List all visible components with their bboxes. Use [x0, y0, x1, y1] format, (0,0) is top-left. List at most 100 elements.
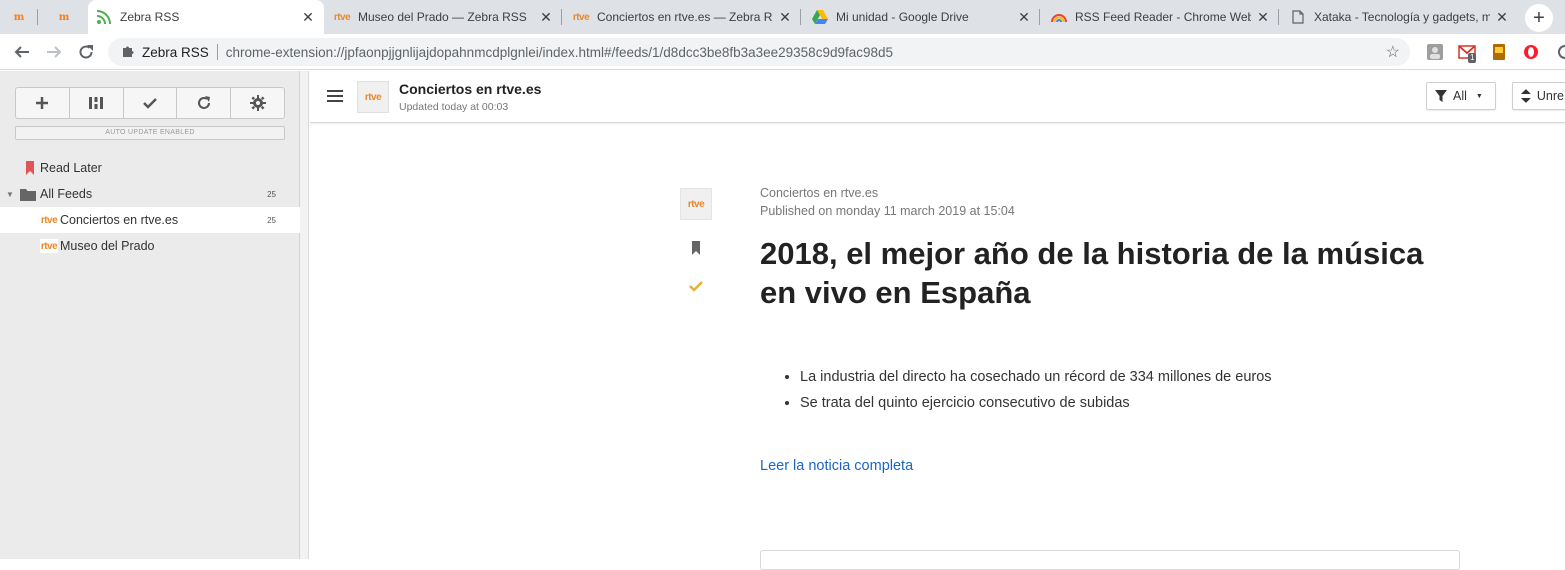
address-bar[interactable]: Zebra RSS chrome-extension://jpfaonpjjgn…: [108, 38, 1410, 66]
article-feed-logo: rtve: [680, 188, 712, 220]
sort-label: Unre: [1536, 89, 1564, 103]
article-summary-list: La industria del directo ha cosechado un…: [760, 364, 1460, 416]
folder-icon: [20, 187, 36, 201]
tab-title: Mi unidad - Google Drive: [836, 10, 969, 24]
close-icon[interactable]: ✕: [1494, 9, 1510, 25]
sort-dropdown[interactable]: Unre: [1512, 82, 1565, 110]
forward-button[interactable]: [42, 40, 66, 64]
feed-logo: rtve: [357, 81, 389, 113]
moodle-icon: m: [58, 11, 70, 23]
reload-icon: [79, 45, 93, 59]
close-icon[interactable]: ✕: [300, 9, 316, 25]
plus-icon: +: [1533, 6, 1545, 29]
extension-book-icon[interactable]: [1490, 43, 1508, 61]
auto-update-status[interactable]: AUTO UPDATE ENABLED: [15, 126, 285, 140]
rtve-icon: rtve: [364, 91, 382, 103]
tab-pinned-moodle-2[interactable]: m: [45, 0, 83, 34]
opera-icon[interactable]: [1522, 43, 1540, 61]
address-divider: [216, 44, 218, 60]
checkmark-icon: [143, 98, 157, 109]
back-button[interactable]: [10, 40, 34, 64]
article: Conciertos en rtve.es Published on monda…: [760, 186, 1460, 475]
manage-feeds-button[interactable]: [70, 88, 124, 118]
sidebar-item-label: Conciertos en rtve.es: [60, 213, 179, 227]
puzzle-icon: [120, 44, 136, 60]
sidebar-item-conciertos-rtve[interactable]: rtve Conciertos en rtve.es 25: [0, 207, 300, 233]
filter-icon: [1435, 90, 1447, 102]
refresh-button[interactable]: [177, 88, 232, 118]
next-article-card[interactable]: [760, 550, 1460, 570]
tab-separator: [561, 9, 562, 25]
arrow-right-icon: [47, 46, 62, 58]
tab-rss-feed-reader[interactable]: RSS Feed Reader - Chrome Web Store ✕: [1043, 0, 1279, 34]
moodle-icon: m: [13, 11, 25, 23]
browser-toolbar: Zebra RSS chrome-extension://jpfaonpjjgn…: [0, 34, 1565, 70]
tab-museo-del-prado[interactable]: rtve Museo del Prado — Zebra RSS ✕: [326, 0, 562, 34]
rtve-icon: rtve: [572, 11, 590, 23]
url-text[interactable]: chrome-extension://jpfaonpjjgnlijajdopah…: [226, 45, 893, 60]
more-icon[interactable]: [1552, 43, 1565, 61]
sidebar-action-bar: [15, 87, 285, 119]
feed-title: Conciertos en rtve.es: [399, 81, 542, 97]
close-icon[interactable]: ✕: [1016, 9, 1032, 25]
read-full-article-link[interactable]: Leer la noticia completa: [760, 458, 913, 474]
sidebar-resize-handle[interactable]: [300, 71, 309, 559]
new-tab-button[interactable]: +: [1525, 4, 1553, 32]
reload-button[interactable]: [74, 40, 98, 64]
extension-avatar-icon[interactable]: [1426, 43, 1444, 61]
close-icon[interactable]: ✕: [538, 9, 554, 25]
tab-separator: [37, 9, 38, 25]
unread-count: 25: [267, 215, 276, 225]
sidebar-item-label: Museo del Prado: [60, 239, 155, 253]
sidebar-item-all-feeds[interactable]: ▼ All Feeds 25: [0, 181, 300, 207]
article-source[interactable]: Conciertos en rtve.es: [760, 186, 1460, 204]
rtve-icon: rtve: [687, 198, 705, 210]
article-actions: rtve: [680, 188, 712, 292]
unread-count: 25: [267, 189, 276, 199]
tab-xataka[interactable]: Xataka - Tecnología y gadgets, m ✕: [1282, 0, 1518, 34]
tools-icon: [89, 97, 104, 109]
tab-separator: [800, 9, 801, 25]
close-icon[interactable]: ✕: [777, 9, 793, 25]
tab-separator: [1039, 9, 1040, 25]
feed-header: rtve Conciertos en rtve.es Updated today…: [310, 71, 1565, 123]
gmail-icon[interactable]: 1: [1458, 43, 1477, 63]
tab-google-drive[interactable]: Mi unidad - Google Drive ✕: [804, 0, 1040, 34]
check-icon[interactable]: [688, 278, 704, 294]
menu-icon[interactable]: [327, 90, 343, 102]
bookmark-star-icon[interactable]: ☆: [1386, 42, 1400, 62]
tab-title: Conciertos en rtve.es — Zebra RSS: [597, 10, 773, 24]
settings-button[interactable]: [231, 88, 284, 118]
tab-pinned-moodle-1[interactable]: m: [0, 0, 38, 34]
list-item: La industria del directo ha cosechado un…: [800, 364, 1460, 390]
rtve-icon: rtve: [333, 11, 351, 23]
tab-separator: [1278, 9, 1279, 25]
list-item: Se trata del quinto ejercicio consecutiv…: [800, 390, 1460, 416]
tab-zebra-rss[interactable]: Zebra RSS ✕: [88, 0, 324, 34]
sidebar-item-read-later[interactable]: Read Later: [0, 155, 300, 181]
bookmark-red-icon: [22, 161, 38, 175]
filter-dropdown[interactable]: All ▼: [1426, 82, 1496, 110]
document-icon: [1290, 9, 1306, 25]
rainbow-icon: [1051, 9, 1067, 25]
gear-icon: [249, 95, 266, 111]
gmail-badge: 1: [1468, 53, 1477, 63]
sidebar-item-label: All Feeds: [40, 187, 93, 201]
tab-title: Xataka - Tecnología y gadgets, m: [1314, 10, 1490, 24]
bookmark-icon[interactable]: [688, 240, 704, 256]
collapse-caret-icon[interactable]: ▼: [6, 190, 14, 199]
arrow-left-icon: [14, 46, 29, 58]
close-icon[interactable]: ✕: [1255, 9, 1271, 25]
feed-updated: Updated today at 00:03: [399, 101, 509, 113]
site-name: Zebra RSS: [142, 44, 209, 60]
rtve-icon: rtve: [40, 214, 58, 226]
chevron-down-icon: ▼: [1475, 92, 1483, 100]
add-feed-button[interactable]: [16, 88, 70, 118]
rtve-icon: rtve: [40, 239, 58, 253]
sort-icon: [1521, 89, 1531, 103]
plus-icon: [36, 97, 49, 109]
mark-all-read-button[interactable]: [124, 88, 178, 118]
sidebar-item-museo-del-prado[interactable]: rtve Museo del Prado: [0, 233, 300, 259]
tab-conciertos-rtve[interactable]: rtve Conciertos en rtve.es — Zebra RSS ✕: [565, 0, 801, 34]
article-title[interactable]: 2018, el mejor año de la historia de la …: [760, 234, 1460, 312]
